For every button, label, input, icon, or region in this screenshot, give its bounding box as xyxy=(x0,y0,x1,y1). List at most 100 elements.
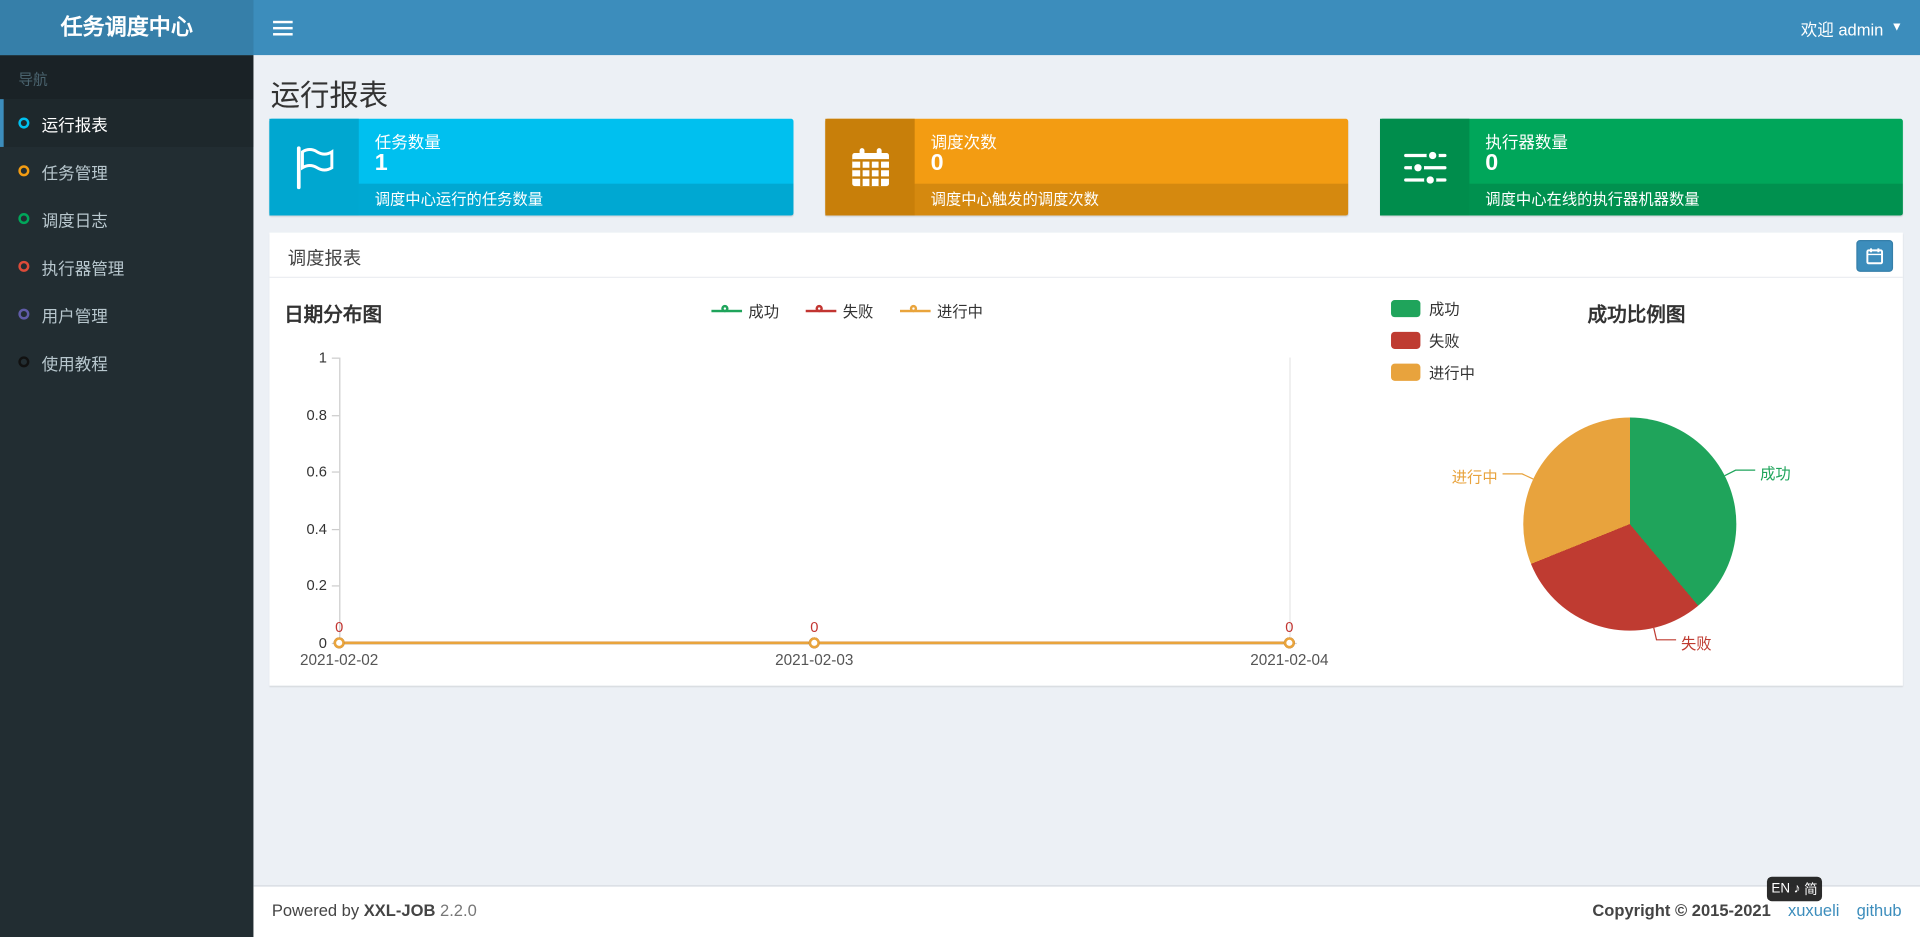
stat-value: 0 xyxy=(1485,150,1499,177)
brand-text: XXL-JOB xyxy=(363,901,436,920)
app-root: 任务调度中心 欢迎 admin ▼ 导航 运行报表任务管理调度日志执行器管理用户… xyxy=(0,0,1920,937)
pie-disc xyxy=(1523,417,1737,631)
y-axis-tick xyxy=(331,414,340,416)
calendar-icon xyxy=(1866,248,1884,265)
y-tick-label: 0.8 xyxy=(306,406,327,424)
sidebar-item-user-manage[interactable]: 用户管理 xyxy=(0,290,253,338)
y-axis-tick xyxy=(331,471,340,473)
stat-title: 调度次数 xyxy=(930,133,997,152)
stat-box-trigger-count: 调度次数 0 调度中心触发的调度次数 xyxy=(825,118,1349,216)
ime-language-badge[interactable]: EN ♪ 简 xyxy=(1766,876,1823,902)
legend-swatch xyxy=(1391,299,1421,317)
stat-title: 任务数量 xyxy=(374,133,441,152)
legend-swatch xyxy=(1391,331,1421,349)
ime-left-text: EN xyxy=(1771,881,1791,897)
date-range-button[interactable] xyxy=(1856,240,1894,272)
pie-chart: 成功比例图 成功 失败 进行中 成功 失败 进行中 xyxy=(1371,294,1901,676)
line-chart-legend: 成功 失败 进行中 xyxy=(407,299,1289,322)
sidebar-item-help-tutorial[interactable]: 使用教程 xyxy=(0,338,253,386)
circle-icon xyxy=(18,308,30,320)
panel-title: 调度报表 xyxy=(287,248,362,270)
legend-item[interactable]: 失败 xyxy=(1391,328,1475,351)
version-text: 2.2.0 xyxy=(440,901,477,920)
legend-label: 进行中 xyxy=(937,303,983,321)
sidebar-item-job-log[interactable]: 调度日志 xyxy=(0,195,253,243)
sidebar-item-label: 执行器管理 xyxy=(41,258,125,278)
y-axis-tick xyxy=(331,357,340,359)
legend-line-marker xyxy=(900,303,931,318)
sidebar-section-label: 导航 xyxy=(0,55,254,100)
y-tick-label: 0.4 xyxy=(306,520,327,538)
y-tick-label: 1 xyxy=(318,348,327,367)
flag-icon xyxy=(269,118,359,216)
app-logo: 任务调度中心 xyxy=(0,0,254,56)
x-tick-label: 2021-02-04 xyxy=(1250,651,1329,669)
stat-title: 执行器数量 xyxy=(1485,133,1568,152)
sidebar-menu: 运行报表任务管理调度日志执行器管理用户管理使用教程 xyxy=(0,99,254,386)
legend-item[interactable]: 失败 xyxy=(806,299,873,322)
copyright-area: Copyright © 2015-2021 xuxueli github xyxy=(1592,901,1901,919)
sidebar-item-label: 运行报表 xyxy=(41,115,108,135)
y-axis-tick xyxy=(331,585,340,588)
y-axis-tick xyxy=(331,642,340,645)
circle-icon xyxy=(18,117,30,129)
sliders-icon xyxy=(1380,118,1470,216)
circle-icon xyxy=(18,260,30,272)
legend-item[interactable]: 成功 xyxy=(711,299,780,322)
y-axis-line xyxy=(339,357,341,643)
line-chart-title: 日期分布图 xyxy=(284,304,383,326)
powered-by-text: Powered by xyxy=(271,901,360,920)
page-footer: Powered by XXL-JOB 2.2.0 Copyright © 201… xyxy=(253,885,1920,937)
circle-icon xyxy=(18,356,30,368)
ime-icon: ♪ xyxy=(1793,881,1801,897)
sidebar-item-executor-manage[interactable]: 执行器管理 xyxy=(0,242,253,290)
line-series-layer: 000 xyxy=(333,620,1295,649)
stat-desc: 调度中心在线的执行器机器数量 xyxy=(1469,183,1903,216)
welcome-text: 欢迎 admin xyxy=(1800,20,1884,39)
panel-header: 调度报表 xyxy=(269,233,1903,278)
sidebar-item-run-report[interactable]: 运行报表 xyxy=(0,99,254,147)
sidebar-item-label: 使用教程 xyxy=(41,354,108,373)
xuxueli-link[interactable]: xuxueli xyxy=(1788,901,1839,919)
circle-icon xyxy=(18,213,30,225)
powered-by: Powered by XXL-JOB 2.2.0 xyxy=(272,901,477,919)
x-axis-line xyxy=(339,642,1297,645)
github-link[interactable]: github xyxy=(1857,901,1902,919)
legend-item[interactable]: 进行中 xyxy=(900,299,983,322)
stat-value: 1 xyxy=(374,150,388,177)
pie-slice-label: 成功 xyxy=(1760,465,1791,483)
stat-desc: 调度中心触发的调度次数 xyxy=(914,183,1349,216)
legend-label: 进行中 xyxy=(1428,364,1475,383)
legend-item[interactable]: 成功 xyxy=(1391,296,1475,319)
sidebar-toggle-button[interactable] xyxy=(269,16,296,40)
line-chart: 日期分布图 成功 失败 进行中 0 0.2 0.4 0.6 0.8 1 2021-02-02 20… xyxy=(284,294,1362,676)
pie-slice-label: 进行中 xyxy=(1451,468,1498,487)
sidebar: 导航 运行报表任务管理调度日志执行器管理用户管理使用教程 xyxy=(0,55,254,937)
sidebar-item-label: 用户管理 xyxy=(41,306,108,326)
legend-line-marker xyxy=(711,303,743,318)
stat-box-job-count: 任务数量 1 调度中心运行的任务数量 xyxy=(269,118,794,216)
sidebar-item-job-manage[interactable]: 任务管理 xyxy=(0,147,253,195)
report-panel: 调度报表 日期分布图 成功 失败 进行中 0 0.2 0.4 0.6 0.8 1 2021-02… xyxy=(269,232,1903,686)
sidebar-item-label: 任务管理 xyxy=(41,163,108,182)
legend-label: 失败 xyxy=(842,303,874,321)
legend-item[interactable]: 进行中 xyxy=(1391,360,1475,383)
y-tick-label: 0 xyxy=(318,634,327,652)
legend-swatch xyxy=(1391,363,1421,381)
x-tick-label: 2021-02-02 xyxy=(300,651,379,669)
x-tick-label: 2021-02-03 xyxy=(775,651,854,669)
page-title: 运行报表 xyxy=(270,79,389,113)
calendar-icon xyxy=(825,118,915,216)
y-tick-label: 0.2 xyxy=(306,577,327,595)
pie-slice-label: 失败 xyxy=(1680,634,1712,653)
legend-label: 失败 xyxy=(1428,333,1460,351)
user-menu[interactable]: 欢迎 admin ▼ xyxy=(1801,0,1903,55)
stat-desc: 调度中心运行的任务数量 xyxy=(358,183,794,216)
sidebar-item-label: 调度日志 xyxy=(41,211,108,230)
grid-line-right xyxy=(1289,357,1291,643)
stat-box-executor-count: 执行器数量 0 调度中心在线的执行器机器数量 xyxy=(1380,118,1903,216)
legend-line-marker xyxy=(806,303,837,318)
ime-right-text: 简 xyxy=(1804,882,1818,898)
legend-label: 成功 xyxy=(748,303,780,321)
copyright-text: Copyright © 2015-2021 xyxy=(1592,901,1771,920)
